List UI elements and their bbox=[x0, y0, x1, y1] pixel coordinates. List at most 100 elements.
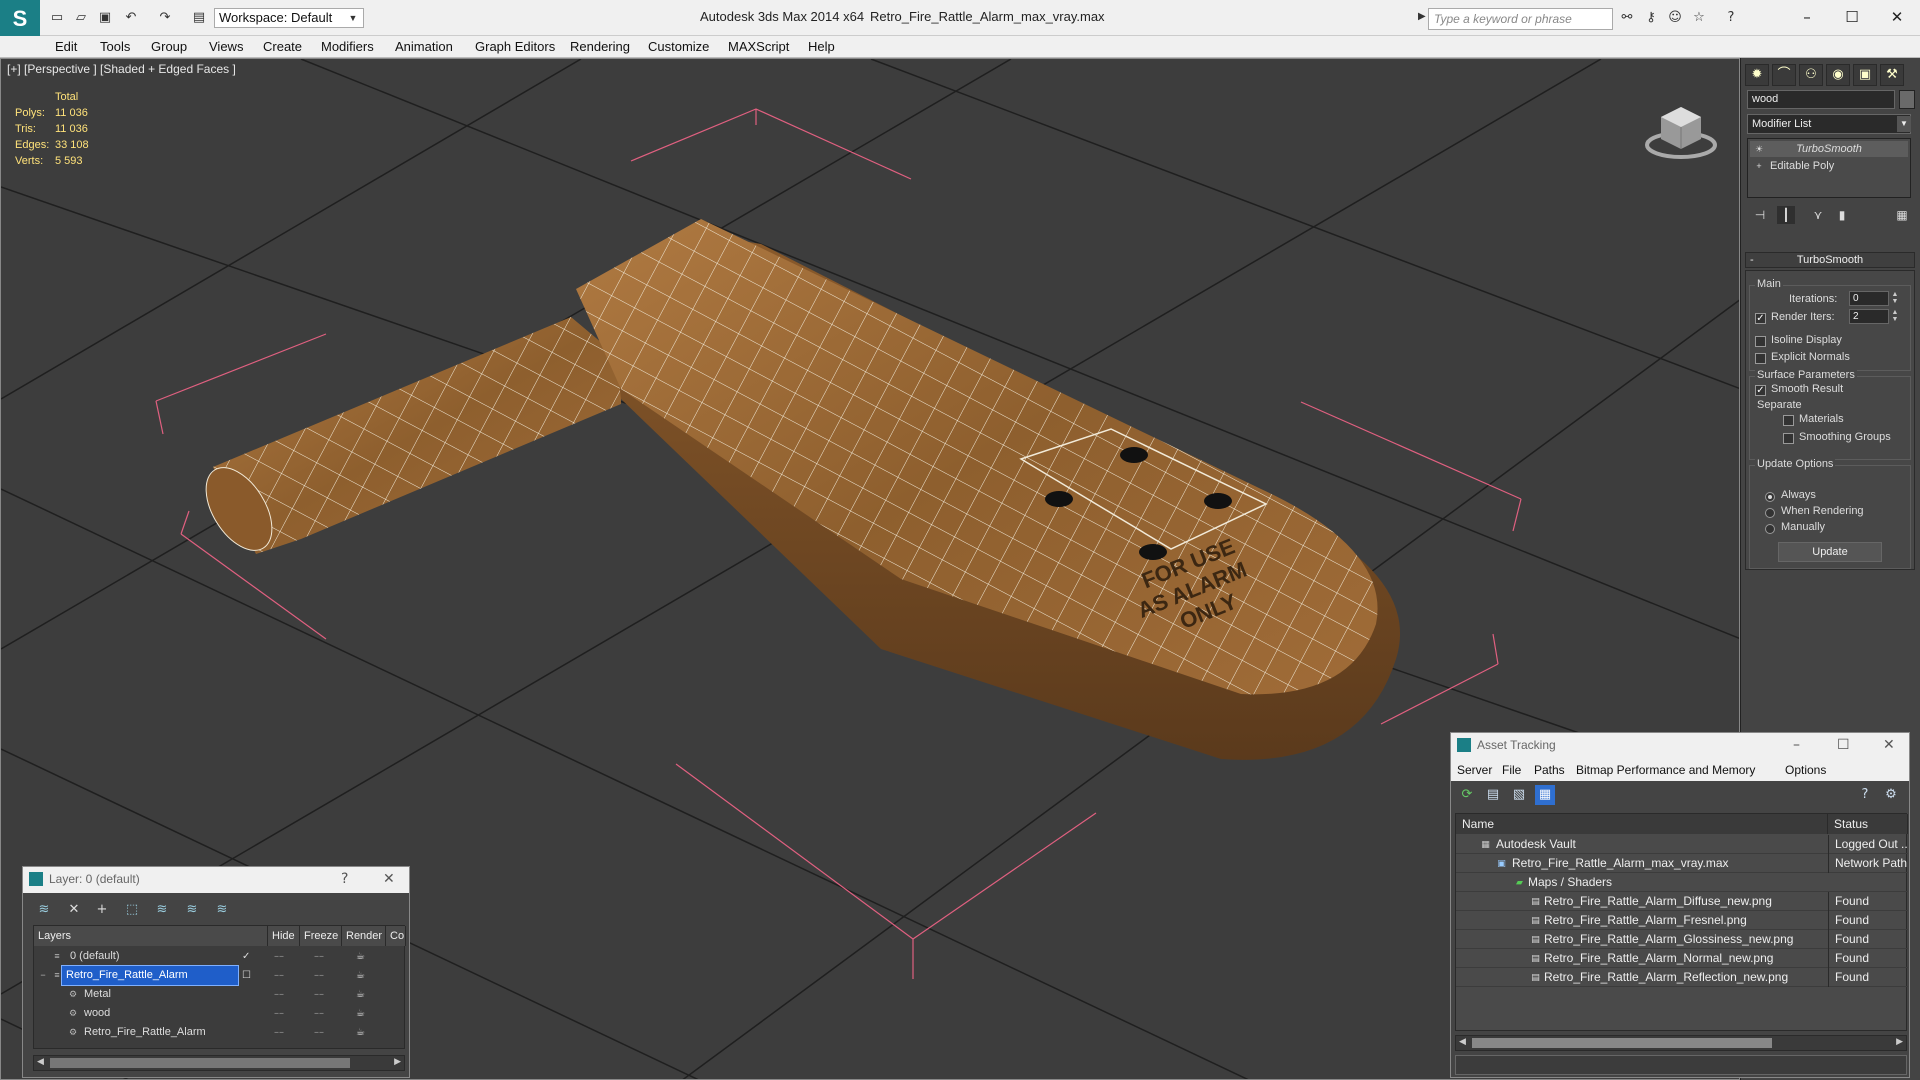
column-header[interactable]: Layers bbox=[34, 926, 268, 946]
layer-stack-icon[interactable]: ≋ bbox=[33, 899, 55, 921]
highlight-layer-icon[interactable]: ≋ bbox=[151, 899, 173, 921]
asset-name[interactable]: Maps / Shaders bbox=[1528, 873, 1612, 892]
minimize-icon[interactable]: – bbox=[1792, 5, 1822, 29]
close-icon[interactable]: ✕ bbox=[1882, 5, 1912, 29]
motion-tab-icon[interactable]: ◉ bbox=[1826, 64, 1850, 86]
asset-path-field[interactable] bbox=[1455, 1055, 1907, 1075]
menu-tools[interactable]: Tools bbox=[100, 39, 130, 54]
smoothing-groups-checkbox[interactable] bbox=[1783, 433, 1794, 444]
asset-row[interactable]: ▤ Retro_Fire_Rattle_Alarm_Reflection_new… bbox=[1456, 968, 1908, 987]
pin-stack-icon[interactable]: ⊣ bbox=[1751, 206, 1769, 224]
render-teapot-icon[interactable]: ☕ bbox=[356, 947, 365, 966]
hide-toggle[interactable]: –– bbox=[274, 1023, 284, 1042]
object-name[interactable]: wood bbox=[80, 1004, 110, 1023]
iterations-spinner[interactable]: 0 bbox=[1849, 291, 1889, 306]
help-icon[interactable]: ? bbox=[1722, 9, 1740, 27]
column-header[interactable]: Co bbox=[386, 926, 406, 946]
asset-dialog-title-bar[interactable]: Asset Tracking – ☐ ✕ bbox=[1451, 733, 1909, 759]
render-teapot-icon[interactable]: ☕ bbox=[356, 966, 365, 985]
key-icon[interactable]: ⚷ bbox=[1642, 9, 1660, 27]
scrollbar-thumb[interactable] bbox=[50, 1058, 350, 1068]
viewport-label[interactable]: [+] [Perspective ] [Shaded + Edged Faces… bbox=[7, 62, 236, 76]
maximize-icon[interactable]: ☐ bbox=[1837, 5, 1867, 29]
hide-toggle[interactable]: –– bbox=[274, 947, 284, 966]
layer-name[interactable]: 0 (default) bbox=[66, 947, 120, 966]
menu-customize[interactable]: Customize bbox=[648, 39, 709, 54]
settings-icon[interactable]: ⚙ bbox=[1881, 785, 1901, 805]
stack-item-turbosmooth[interactable]: ☀ TurboSmooth bbox=[1750, 141, 1908, 157]
thumbnail-view-icon[interactable]: ▧ bbox=[1509, 785, 1529, 805]
column-header[interactable]: Freeze bbox=[300, 926, 342, 946]
rattle-paddle[interactable]: FOR USE AS ALARM ONLY bbox=[576, 219, 1401, 760]
smooth-result-checkbox[interactable]: ✓ bbox=[1755, 385, 1766, 396]
menu-bitmap-performance[interactable]: Bitmap Performance and Memory bbox=[1576, 763, 1755, 777]
workspace-dropdown[interactable]: Workspace: Default bbox=[214, 8, 364, 28]
project-folder-icon[interactable]: ▤ bbox=[190, 9, 208, 27]
viewcube-icon[interactable] bbox=[1641, 87, 1721, 167]
asset-row[interactable]: ▰ Maps / Shaders bbox=[1456, 873, 1908, 892]
asset-name[interactable]: Retro_Fire_Rattle_Alarm_Glossiness_new.p… bbox=[1544, 930, 1793, 949]
freeze-toggle[interactable]: –– bbox=[314, 1004, 324, 1023]
object-name[interactable]: Retro_Fire_Rattle_Alarm bbox=[80, 1023, 206, 1042]
app-logo-icon[interactable]: S bbox=[0, 0, 40, 40]
when-rendering-radio[interactable] bbox=[1765, 508, 1775, 518]
asset-name[interactable]: Retro_Fire_Rattle_Alarm_Fresnel.png bbox=[1544, 911, 1747, 930]
lightbulb-icon[interactable]: ☀ bbox=[1753, 143, 1765, 155]
user-icon[interactable]: ☺ bbox=[1666, 9, 1684, 27]
object-name[interactable]: Metal bbox=[80, 985, 111, 1004]
modifier-list-dropdown[interactable]: Modifier List bbox=[1747, 114, 1911, 134]
layer-row[interactable]: ⚙ Retro_Fire_Rattle_Alarm –– –– ☕ bbox=[34, 1023, 406, 1042]
freeze-toggle[interactable]: –– bbox=[314, 966, 324, 985]
render-iters-spinner[interactable]: 2 bbox=[1849, 309, 1889, 324]
asset-row[interactable]: ▣ Retro_Fire_Rattle_Alarm_max_vray.max N… bbox=[1456, 854, 1908, 873]
asset-row[interactable]: ▤ Retro_Fire_Rattle_Alarm_Diffuse_new.pn… bbox=[1456, 892, 1908, 911]
minimize-icon[interactable]: – bbox=[1793, 737, 1800, 753]
chevron-down-icon[interactable]: ▼ bbox=[347, 8, 359, 28]
render-teapot-icon[interactable]: ☕ bbox=[356, 985, 365, 1004]
undo-icon[interactable]: ↶ bbox=[122, 9, 140, 27]
asset-name[interactable]: Autodesk Vault bbox=[1496, 835, 1576, 854]
asset-name[interactable]: Retro_Fire_Rattle_Alarm_Normal_new.png bbox=[1544, 949, 1773, 968]
chevron-left-icon[interactable]: ◀ bbox=[37, 1056, 44, 1067]
column-header[interactable]: Render bbox=[342, 926, 386, 946]
close-icon[interactable]: ✕ bbox=[383, 871, 395, 887]
select-objects-icon[interactable]: ⬚ bbox=[121, 899, 143, 921]
remove-modifier-trash-icon[interactable]: ▮ bbox=[1833, 206, 1851, 224]
modify-tab-curve-icon[interactable]: ⌒ bbox=[1772, 64, 1796, 86]
help-icon[interactable]: ? bbox=[341, 871, 348, 887]
close-icon[interactable]: ✕ bbox=[1883, 737, 1895, 753]
chevron-down-icon[interactable]: ▼ bbox=[1897, 116, 1911, 132]
hide-all-layers-icon[interactable]: ≋ bbox=[181, 899, 203, 921]
list-view-icon[interactable]: ▤ bbox=[1483, 785, 1503, 805]
spinner-arrows-icon[interactable]: ▲ ▼ bbox=[1891, 291, 1899, 306]
freeze-all-layers-icon[interactable]: ≋ bbox=[211, 899, 233, 921]
new-file-icon[interactable]: ▭ bbox=[48, 9, 66, 27]
layer-name[interactable]: Retro_Fire_Rattle_Alarm bbox=[61, 965, 239, 986]
layer-row[interactable]: ⚙ wood –– –– ☕ bbox=[34, 1004, 406, 1023]
maximize-icon[interactable]: ☐ bbox=[1837, 737, 1850, 753]
always-radio[interactable] bbox=[1765, 492, 1775, 502]
save-file-icon[interactable]: ▣ bbox=[96, 9, 114, 27]
delete-layer-icon[interactable]: ✕ bbox=[63, 899, 85, 921]
menu-server[interactable]: Server bbox=[1457, 763, 1492, 777]
expand-plus-icon[interactable]: + bbox=[1753, 160, 1765, 172]
hide-toggle[interactable]: –– bbox=[274, 985, 284, 1004]
show-end-result-icon[interactable]: ┃ bbox=[1777, 206, 1795, 224]
chevron-right-icon[interactable]: ▶ bbox=[1896, 1036, 1903, 1047]
manually-radio[interactable] bbox=[1765, 524, 1775, 534]
favorites-star-icon[interactable]: ☆ bbox=[1690, 9, 1708, 27]
freeze-toggle[interactable]: –– bbox=[314, 985, 324, 1004]
make-unique-icon[interactable]: ⋎ bbox=[1809, 206, 1827, 224]
menu-group[interactable]: Group bbox=[151, 39, 187, 54]
asset-row[interactable]: ▤ Retro_Fire_Rattle_Alarm_Fresnel.png Fo… bbox=[1456, 911, 1908, 930]
menu-graph-editors[interactable]: Graph Editors bbox=[475, 39, 555, 54]
collapse-minus-icon[interactable]: − bbox=[38, 970, 48, 980]
render-iters-checkbox[interactable]: ✓ bbox=[1755, 313, 1766, 324]
table-view-icon[interactable]: ▦ bbox=[1535, 785, 1555, 805]
current-layer-box-icon[interactable]: ☐ bbox=[242, 966, 251, 985]
utilities-tab-hammer-icon[interactable]: ⚒ bbox=[1880, 64, 1904, 86]
menu-views[interactable]: Views bbox=[209, 39, 243, 54]
stack-item-editable-poly[interactable]: + Editable Poly bbox=[1750, 158, 1908, 174]
column-header[interactable]: Status bbox=[1828, 814, 1908, 834]
spinner-arrows-icon[interactable]: ▲ ▼ bbox=[1891, 309, 1899, 324]
